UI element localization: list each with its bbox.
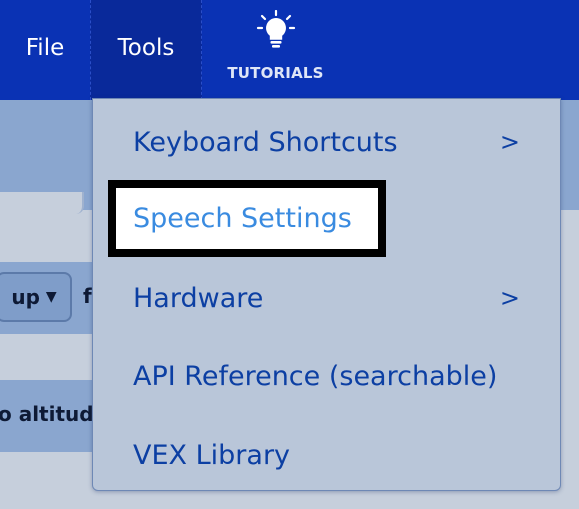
direction-dropdown[interactable]: up ▼ (0, 272, 72, 322)
direction-dropdown-value: up (11, 285, 40, 309)
menu-item-hardware[interactable]: Hardware > (93, 268, 560, 328)
menu-item-keyboard-shortcuts[interactable]: Keyboard Shortcuts > (93, 112, 560, 172)
menu-item-speech-settings[interactable]: Speech Settings (108, 180, 386, 257)
menu-item-vex-library[interactable]: VEX Library (93, 425, 560, 485)
menu-item-api-reference[interactable]: API Reference (searchable) (93, 346, 560, 406)
workspace-tab (0, 192, 84, 214)
menu-file[interactable]: File (0, 0, 90, 100)
submenu-arrow-icon: > (499, 128, 520, 156)
menu-item-label: VEX Library (133, 439, 291, 471)
caret-down-icon: ▼ (45, 289, 57, 305)
menu-item-label: Speech Settings (116, 188, 378, 249)
submenu-arrow-icon: > (499, 284, 520, 312)
tools-dropdown-menu: Keyboard Shortcuts > Hardware > API Refe… (92, 98, 561, 491)
menu-item-label: Hardware (133, 282, 264, 314)
lightbulb-icon (256, 10, 295, 48)
menu-tools[interactable]: Tools (90, 0, 202, 100)
menu-item-label: API Reference (searchable) (133, 360, 498, 392)
tutorials-label: TUTORIALS (227, 64, 324, 82)
menu-item-label: Keyboard Shortcuts (133, 126, 398, 158)
menu-tutorials[interactable]: TUTORIALS (218, 8, 333, 88)
